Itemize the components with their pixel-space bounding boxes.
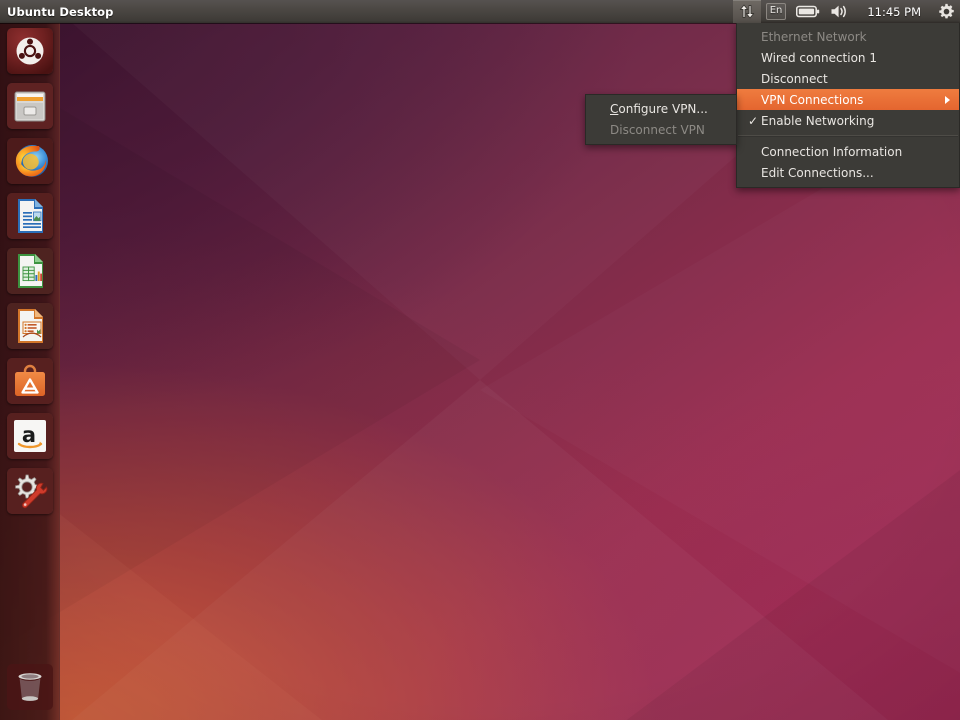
indicator-keyboard-layout[interactable]: En	[761, 0, 792, 23]
menu-item-label: Edit Connections...	[748, 166, 874, 180]
libreoffice-impress-icon	[7, 303, 53, 349]
checkmark-icon: ✓	[748, 115, 758, 127]
amazon-icon: a	[7, 413, 53, 459]
launcher-item-files[interactable]	[7, 83, 53, 129]
indicator-session[interactable]	[933, 0, 960, 23]
menu-item-ethernet-network: Ethernet Network	[737, 26, 959, 47]
launcher-item-ubuntu-dash[interactable]	[7, 28, 53, 74]
menu-item-enable-networking[interactable]: ✓ Enable Networking	[737, 110, 959, 131]
clock-label: 11:45 PM	[860, 5, 928, 19]
menu-item-label: Wired connection 1	[748, 51, 877, 65]
volume-speaker-icon	[830, 4, 850, 19]
trash-can-icon	[7, 664, 53, 710]
launcher-item-system-settings[interactable]	[7, 468, 53, 514]
chevron-right-icon	[945, 96, 950, 104]
menu-item-edit-connections[interactable]: Edit Connections...	[737, 162, 959, 183]
vpn-connections-submenu: Configure VPN... Disconnect VPN	[585, 94, 737, 145]
launcher-item-trash[interactable]	[7, 664, 53, 714]
menu-item-label: VPN Connections	[748, 93, 863, 107]
menu-item-label: Configure VPN...	[597, 102, 708, 116]
ubuntu-logo-icon	[7, 28, 53, 74]
libreoffice-writer-icon	[7, 193, 53, 239]
launcher-item-libreoffice-writer[interactable]	[7, 193, 53, 239]
unity-launcher: a	[0, 23, 60, 720]
menu-item-label: Disconnect VPN	[597, 123, 705, 137]
indicator-volume[interactable]	[825, 0, 855, 23]
launcher-item-libreoffice-impress[interactable]	[7, 303, 53, 349]
launcher-item-amazon[interactable]: a	[7, 413, 53, 459]
menu-item-disconnect[interactable]: Disconnect	[737, 68, 959, 89]
indicator-battery[interactable]	[791, 0, 825, 23]
menu-item-vpn-connections[interactable]: VPN Connections	[737, 89, 959, 110]
menu-item-label: Connection Information	[748, 145, 902, 159]
menu-separator	[738, 135, 958, 137]
launcher-item-firefox[interactable]	[7, 138, 53, 184]
gear-icon	[938, 3, 955, 20]
battery-icon	[796, 5, 820, 18]
libreoffice-calc-icon	[7, 248, 53, 294]
firefox-icon	[7, 138, 53, 184]
indicator-clock[interactable]: 11:45 PM	[855, 0, 933, 23]
panel-app-title: Ubuntu Desktop	[7, 5, 114, 19]
network-indicator-menu: Ethernet Network Wired connection 1 Disc…	[736, 23, 960, 188]
menu-item-label-rest: onfigure VPN...	[618, 102, 707, 116]
menu-item-label: Enable Networking	[748, 114, 874, 128]
menu-item-label: Disconnect	[748, 72, 828, 86]
file-cabinet-icon	[7, 83, 53, 129]
software-center-bag-icon	[7, 358, 53, 404]
menu-item-disconnect-vpn: Disconnect VPN	[586, 119, 736, 140]
indicator-network[interactable]	[733, 0, 761, 23]
network-transfer-icon	[738, 4, 756, 19]
panel-indicators: En 11:45 PM	[733, 0, 960, 23]
svg-text:a: a	[22, 423, 36, 447]
gear-wrench-icon	[7, 468, 53, 514]
menu-item-label: Ethernet Network	[748, 30, 867, 44]
menu-item-connection-information[interactable]: Connection Information	[737, 141, 959, 162]
keyboard-layout-label: En	[766, 3, 787, 20]
desktop-screen: a	[0, 0, 960, 720]
launcher-item-libreoffice-calc[interactable]	[7, 248, 53, 294]
menu-item-configure-vpn[interactable]: Configure VPN...	[586, 98, 736, 119]
menu-item-wired-connection-1[interactable]: Wired connection 1	[737, 47, 959, 68]
top-panel: Ubuntu Desktop En	[0, 0, 960, 23]
launcher-item-software-center[interactable]	[7, 358, 53, 404]
